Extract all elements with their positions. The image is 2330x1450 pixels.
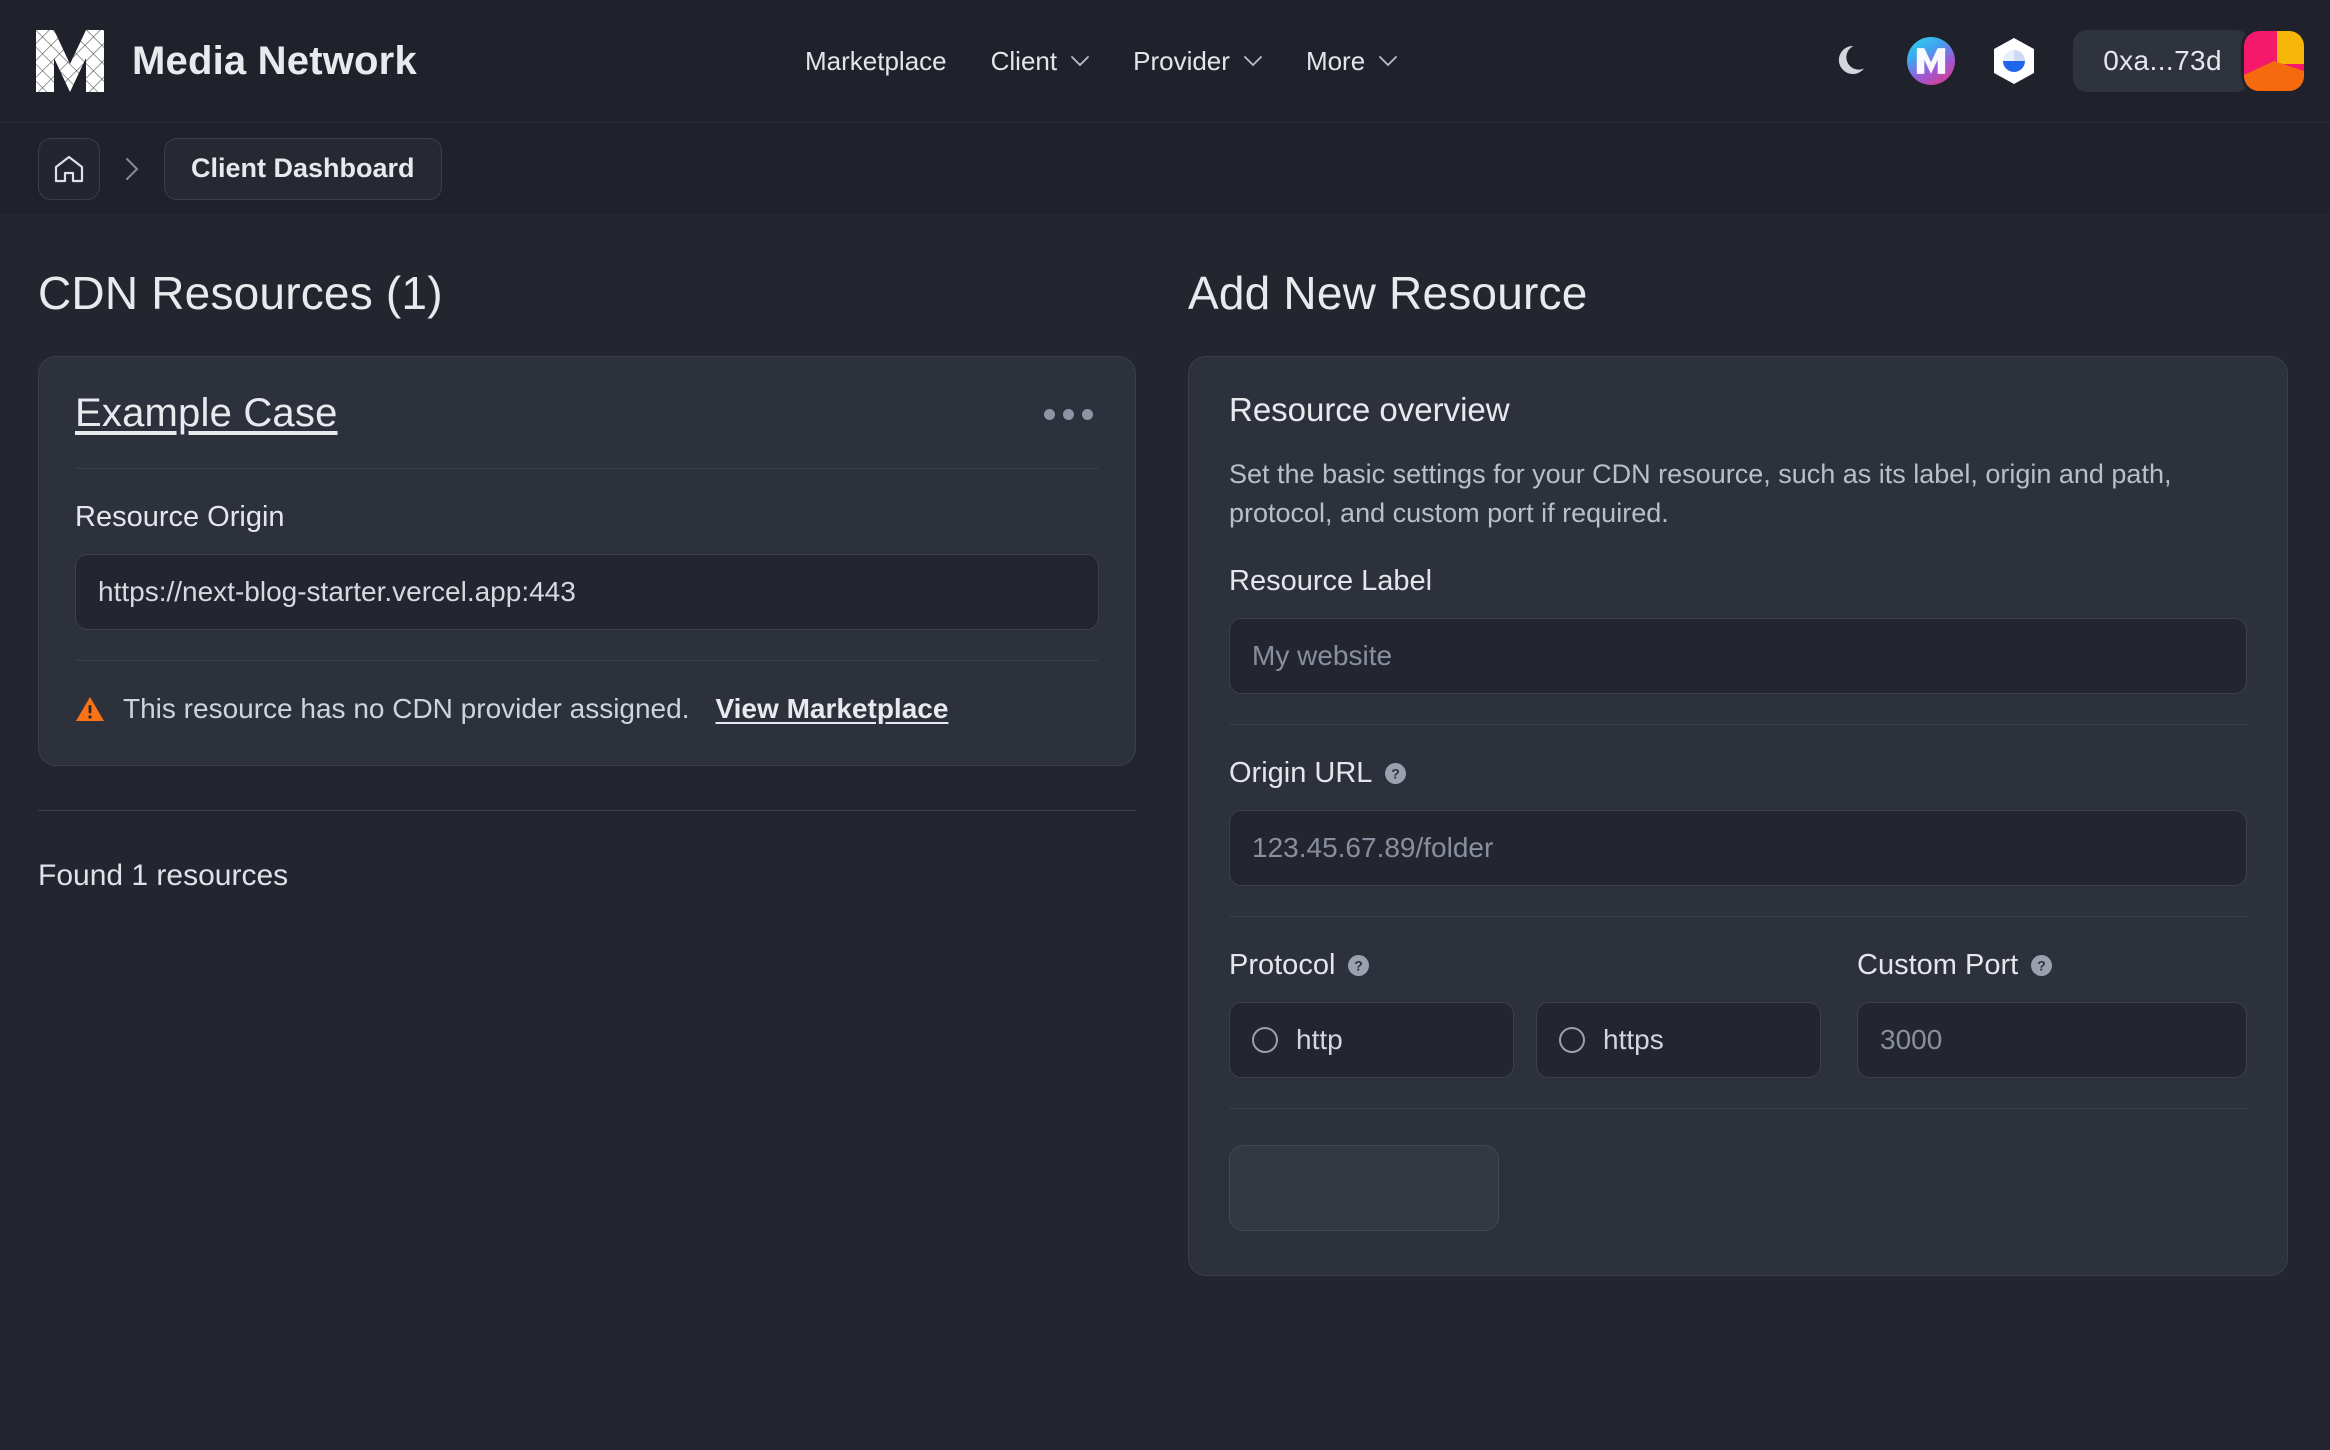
protocol-option-label: http [1296,1024,1343,1056]
view-marketplace-link[interactable]: View Marketplace [715,693,948,725]
resource-card-header: Example Case [75,391,1099,438]
app-header: Media Network Marketplace Client Provide… [0,0,2330,122]
protocol-option-http[interactable]: http [1229,1002,1514,1079]
radio-icon [1559,1027,1585,1054]
section-title: Resource overview [1229,391,1510,428]
divider [38,810,1136,811]
help-circle-icon[interactable]: ? [1384,762,1407,785]
svg-text:?: ? [1392,766,1401,782]
media-token-icon[interactable] [1907,37,1956,85]
section-description: Set the basic settings for your CDN reso… [1229,459,2172,529]
header-actions: 0xa...73d [1837,0,2304,122]
custom-port-input[interactable]: 3000 [1857,1002,2247,1079]
origin-url-input[interactable]: 123.45.67.89/folder [1229,810,2247,887]
divider [1229,1108,2247,1110]
breadcrumb-current[interactable]: Client Dashboard [164,137,442,200]
help-circle-icon[interactable]: ? [1347,954,1370,977]
add-resource-form: Resource overview Set the basic settings… [1188,356,2288,1277]
origin-url-title: Origin URL ? [1229,757,2247,790]
chevron-right-icon [126,157,139,180]
protocol-group: Protocol ? http https [1229,917,1821,1079]
breadcrumb-home-button[interactable] [38,137,100,200]
main-nav: Marketplace Client Provider More [805,0,1398,122]
resource-name-link[interactable]: Example Case [75,391,338,436]
svg-text:?: ? [1355,958,1364,974]
no-provider-warning: This resource has no CDN provider assign… [75,693,1099,725]
svg-text:?: ? [2037,958,2046,974]
resource-origin-label: Resource Origin [75,501,285,533]
warning-text: This resource has no CDN provider assign… [123,693,690,724]
page-content: CDN Resources (1) Example Case Resource … [0,214,2330,1277]
wallet-address[interactable]: 0xa...73d [2073,30,2250,92]
divider [1229,724,2247,726]
add-resource-panel: Add New Resource Resource overview Set t… [1188,266,2288,1277]
home-icon [54,155,84,182]
cdn-resources-panel: CDN Resources (1) Example Case Resource … [38,266,1188,1276]
protocol-option-label: https [1603,1024,1664,1056]
divider [75,468,1099,469]
brand-name: Media Network [132,38,417,83]
resource-label-input[interactable]: My website [1229,618,2247,695]
avatar[interactable] [2244,31,2304,91]
divider [75,660,1099,661]
media-network-m-logo [36,30,104,92]
radio-icon [1252,1027,1278,1054]
wallet-hexagon-icon[interactable] [1991,37,2037,85]
nav-label: Marketplace [805,45,947,76]
nav-label: More [1305,45,1366,76]
add-resource-title: Add New Resource [1188,267,1588,319]
nav-label: Provider [1133,45,1230,76]
protocol-port-row: Protocol ? http https Custom Port ? 3000 [1229,917,2247,1079]
protocol-label: Protocol [1229,949,1336,982]
origin-url-label: Origin URL [1229,757,1373,790]
moon-icon[interactable] [1837,43,1871,79]
resource-origin-value[interactable]: https://next-blog-starter.vercel.app:443 [75,554,1099,630]
page-title: CDN Resources (1) [38,267,443,319]
help-circle-icon[interactable]: ? [2030,954,2053,977]
chevron-down-icon [1244,55,1262,66]
custom-port-label: Custom Port [1857,949,2019,982]
media-token-m-glyph [1917,48,1946,74]
obscured-form-button[interactable] [1229,1145,1499,1232]
protocol-title: Protocol ? [1229,949,1821,982]
nav-item-more[interactable]: More [1305,45,1398,77]
brand[interactable]: Media Network [34,28,417,94]
chevron-down-icon [1071,55,1090,66]
custom-port-title: Custom Port ? [1857,949,2247,982]
resource-card: Example Case Resource Origin https://nex… [38,356,1136,766]
results-count: Found 1 resources [38,859,289,892]
wallet-chip[interactable]: 0xa...73d [2073,30,2304,92]
nav-item-client[interactable]: Client [990,45,1090,77]
protocol-option-https[interactable]: https [1536,1002,1821,1079]
nav-label: Client [990,45,1058,76]
more-options-icon[interactable] [1038,391,1099,438]
nav-item-provider[interactable]: Provider [1133,46,1262,77]
warning-triangle-icon [76,697,104,721]
breadcrumb: Client Dashboard [0,122,2330,214]
chevron-down-icon [1379,55,1398,66]
protocol-options: http https [1229,1002,1821,1079]
resource-label-title: Resource Label [1229,565,1433,598]
custom-port-group: Custom Port ? 3000 [1857,917,2247,1079]
nav-item-marketplace[interactable]: Marketplace [805,46,947,77]
